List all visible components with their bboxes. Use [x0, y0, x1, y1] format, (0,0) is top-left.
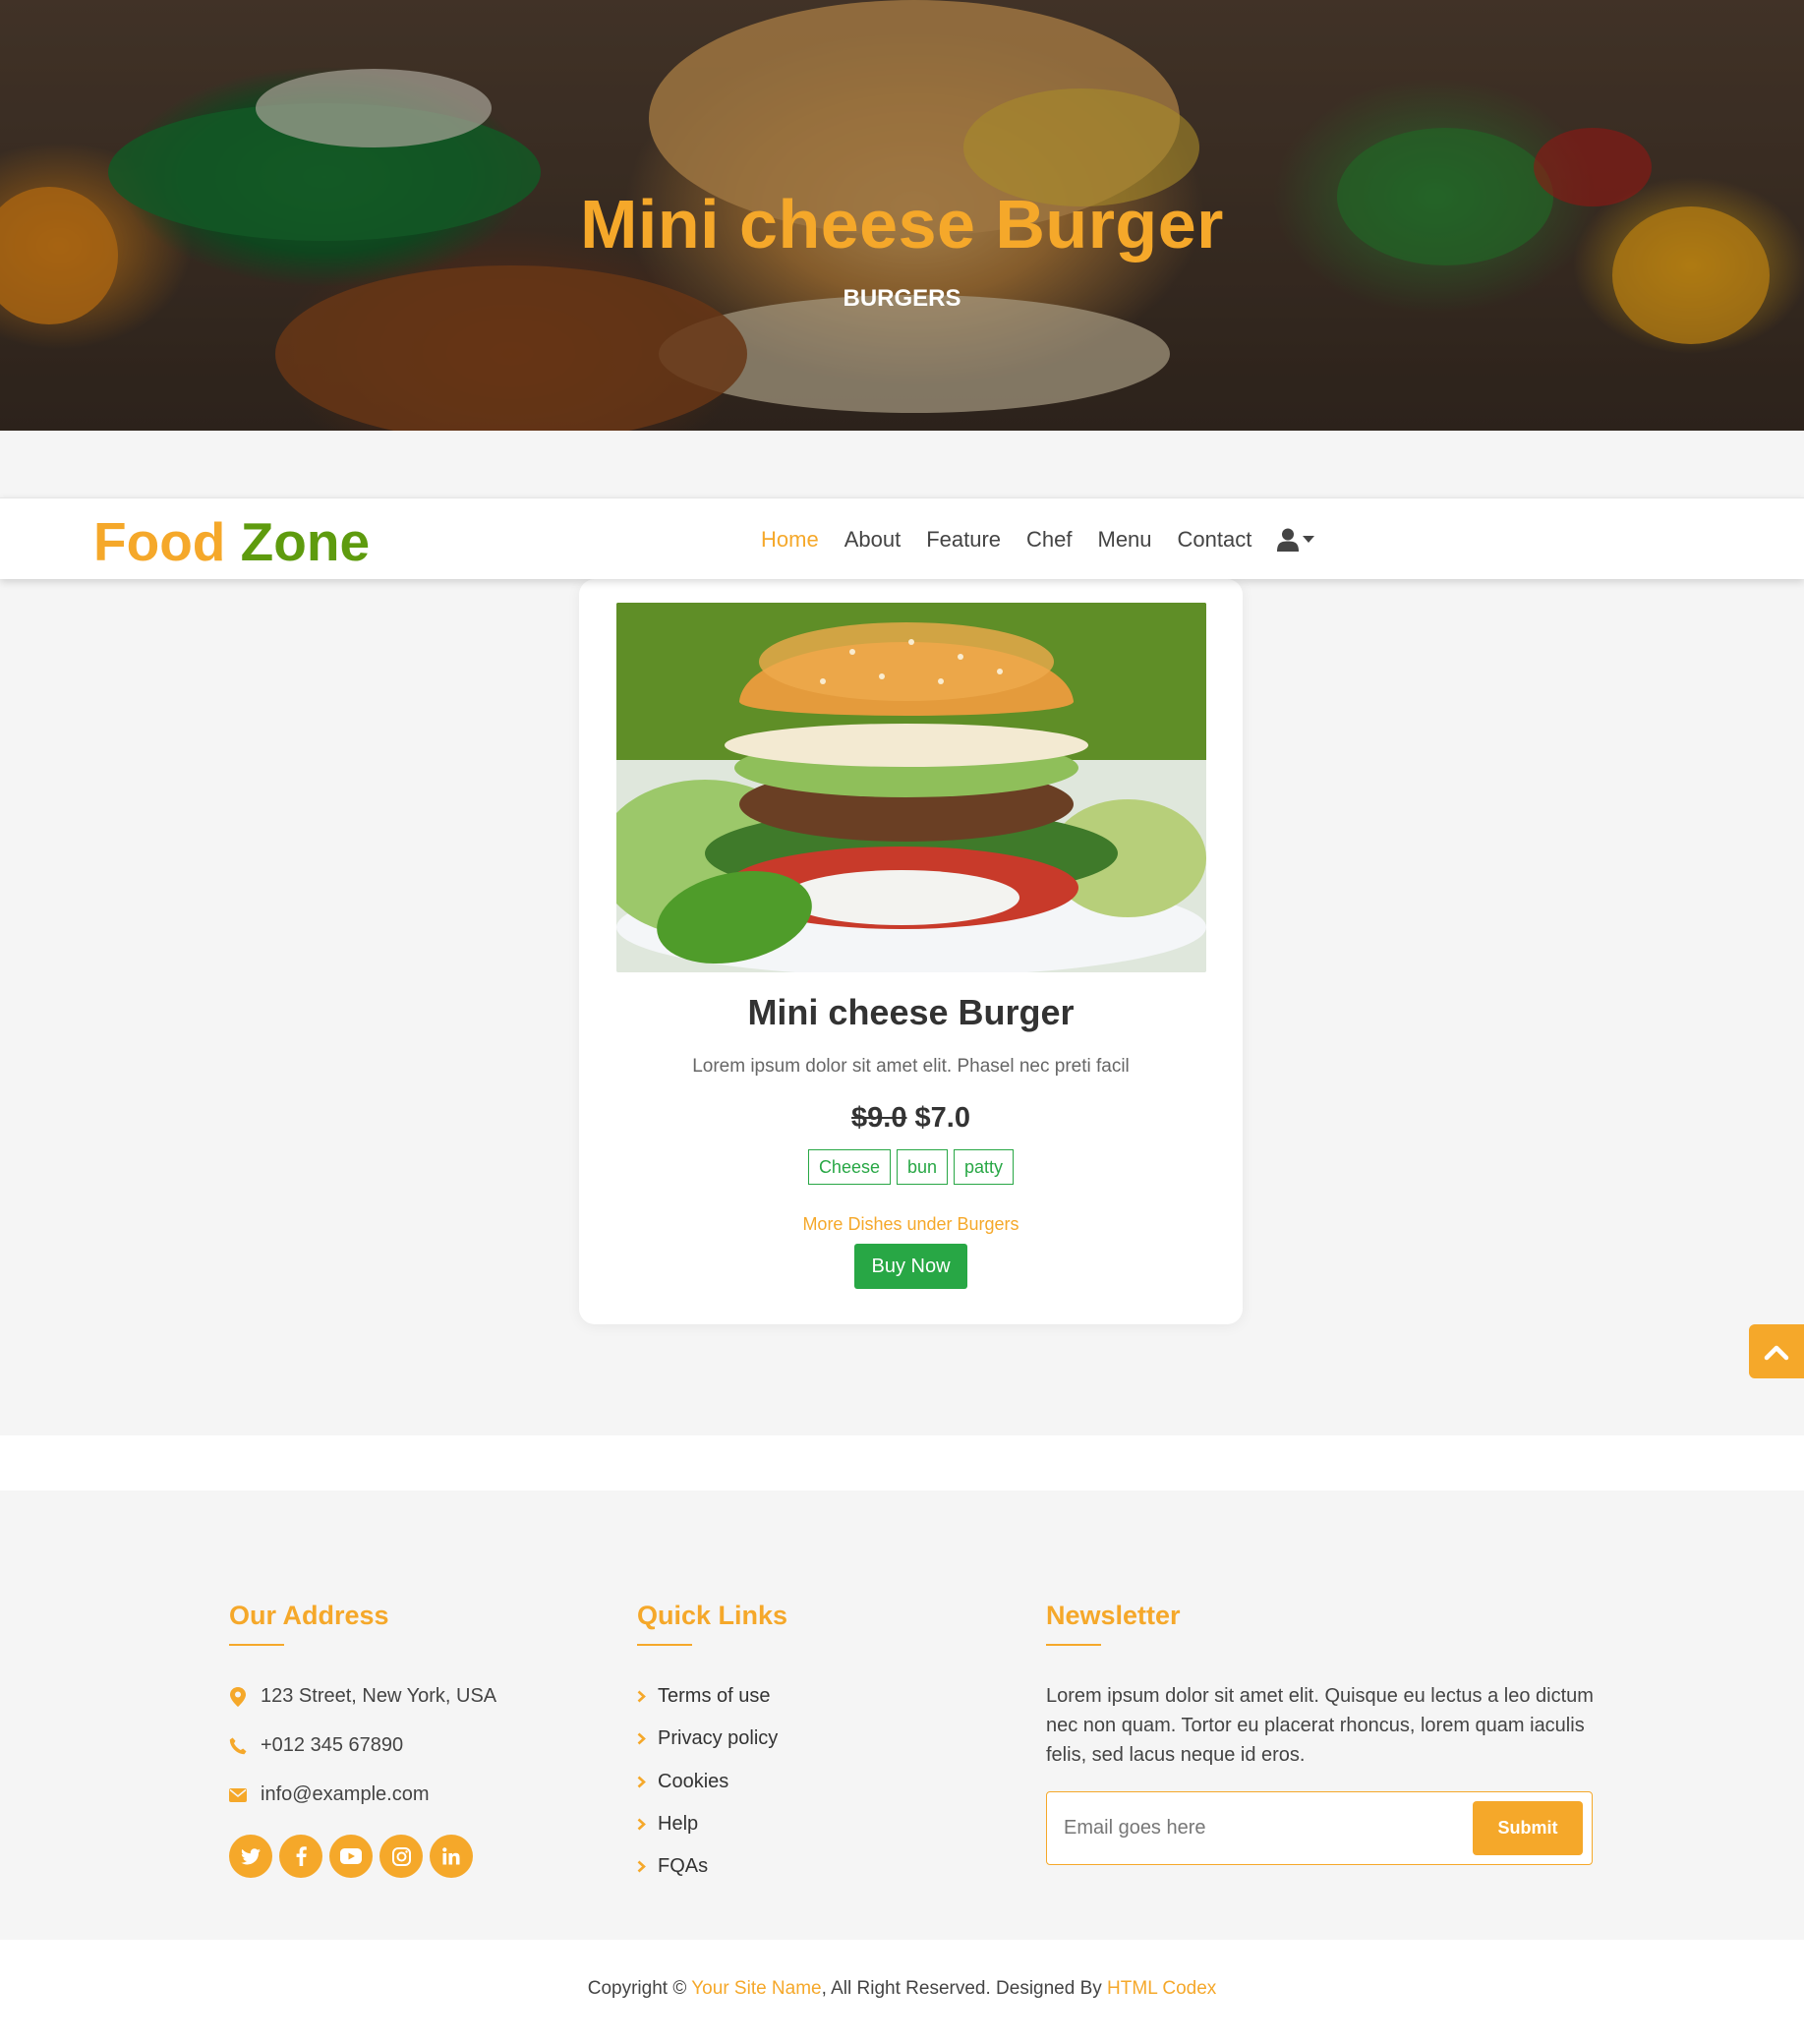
quick-links-heading: Quick Links [637, 1601, 788, 1630]
quick-link-label: Terms of use [658, 1685, 771, 1707]
navbar: Food Zone Home About Feature Chef Menu C… [0, 497, 1804, 579]
quick-link-terms[interactable]: Terms of use [637, 1685, 770, 1708]
quick-link-help[interactable]: Help [637, 1813, 698, 1836]
newsletter-email-input[interactable] [1049, 1794, 1452, 1861]
site-name-link[interactable]: Your Site Name [691, 1978, 821, 1999]
product-image [616, 603, 1206, 972]
map-marker-icon [229, 1686, 247, 1707]
chevron-right-icon [637, 1860, 646, 1873]
quick-link-label: Cookies [658, 1771, 729, 1792]
caret-down-icon [1303, 535, 1315, 543]
social-links [229, 1835, 473, 1878]
quick-link-label: Help [658, 1813, 699, 1835]
brand-logo[interactable]: Food Zone [93, 510, 370, 573]
ingredient-tags: Cheese bun patty [579, 1149, 1243, 1185]
nav-feature[interactable]: Feature [926, 527, 1001, 553]
newsletter-form: Submit [1046, 1791, 1593, 1865]
nav-home[interactable]: Home [761, 527, 819, 553]
address-phone: +012 345 67890 [261, 1734, 404, 1756]
hero-banner: Mini cheese Burger BURGERS [0, 0, 1804, 431]
hero-category: BURGERS [843, 285, 961, 312]
address-email: info@example.com [261, 1783, 430, 1805]
burger-image [616, 603, 1206, 972]
user-dropdown[interactable] [1277, 528, 1315, 552]
user-icon [1277, 528, 1300, 552]
brand-part-2: Zone [240, 511, 371, 572]
product-price: $9.0 $7.0 [579, 1102, 1243, 1135]
back-to-top-button[interactable] [1749, 1324, 1804, 1378]
newsletter-underline [1046, 1644, 1101, 1646]
youtube-icon [340, 1848, 362, 1864]
linkedin-button[interactable] [430, 1835, 473, 1878]
nav-chef[interactable]: Chef [1026, 527, 1072, 553]
instagram-button[interactable] [379, 1835, 423, 1878]
chevron-up-icon [1764, 1345, 1789, 1360]
quick-link-privacy[interactable]: Privacy policy [637, 1727, 778, 1750]
address-heading: Our Address [229, 1601, 389, 1630]
footer: Our Address 123 Street, New York, USA +0… [0, 1490, 1804, 1940]
quick-link-label: Privacy policy [658, 1727, 779, 1749]
address-phone-row: +012 345 67890 [229, 1734, 403, 1757]
designer-link[interactable]: HTML Codex [1107, 1978, 1216, 1999]
facebook-button[interactable] [279, 1835, 322, 1878]
copyright: Copyright © Your Site Name, All Right Re… [0, 1978, 1804, 2000]
nav-menu[interactable]: Menu [1098, 527, 1152, 553]
old-price: $9.0 [851, 1102, 907, 1134]
linkedin-icon [442, 1847, 460, 1865]
address-street: 123 Street, New York, USA [261, 1685, 497, 1707]
newsletter-heading: Newsletter [1046, 1601, 1181, 1630]
newsletter-text: Lorem ipsum dolor sit amet elit. Quisque… [1046, 1685, 1594, 1766]
tag-cheese: Cheese [807, 1149, 891, 1185]
newsletter-submit-button[interactable]: Submit [1473, 1801, 1583, 1855]
quick-link-cookies[interactable]: Cookies [637, 1771, 728, 1793]
product-description: Lorem ipsum dolor sit amet elit. Phasel … [692, 1056, 1130, 1077]
hero-title: Mini cheese Burger [580, 186, 1224, 263]
more-dishes-link[interactable]: More Dishes under Burgers [579, 1214, 1243, 1235]
nav-links: Home About Feature Chef Menu Contact [761, 498, 1315, 580]
copyright-middle: , All Right Reserved. Designed By [821, 1978, 1108, 1999]
chevron-right-icon [637, 1732, 646, 1745]
address-email-row: info@example.com [229, 1783, 429, 1806]
instagram-icon [391, 1846, 411, 1866]
brand-part-1: Food [93, 511, 226, 572]
address-street-row: 123 Street, New York, USA [229, 1685, 496, 1708]
phone-icon [229, 1737, 247, 1755]
twitter-icon [241, 1847, 261, 1864]
tag-patty: patty [954, 1149, 1015, 1185]
tag-bun: bun [896, 1149, 949, 1185]
facebook-icon [296, 1846, 307, 1866]
quick-link-label: FQAs [658, 1855, 709, 1877]
chevron-right-icon [637, 1690, 646, 1703]
copyright-prefix: Copyright © [587, 1978, 692, 1999]
buy-now-button[interactable]: Buy Now [854, 1244, 967, 1289]
product-card: Mini cheese Burger Lorem ipsum dolor sit… [579, 579, 1243, 1324]
envelope-icon [229, 1787, 247, 1802]
chevron-right-icon [637, 1818, 646, 1831]
chevron-right-icon [637, 1776, 646, 1788]
address-heading-underline [229, 1644, 284, 1646]
quick-link-faqs[interactable]: FQAs [637, 1855, 708, 1878]
nav-contact[interactable]: Contact [1178, 527, 1252, 553]
twitter-button[interactable] [229, 1835, 272, 1878]
quick-links-underline [637, 1644, 692, 1646]
nav-about[interactable]: About [844, 527, 902, 553]
new-price: $7.0 [914, 1102, 970, 1134]
product-title: Mini cheese Burger [747, 992, 1075, 1032]
youtube-button[interactable] [329, 1835, 373, 1878]
